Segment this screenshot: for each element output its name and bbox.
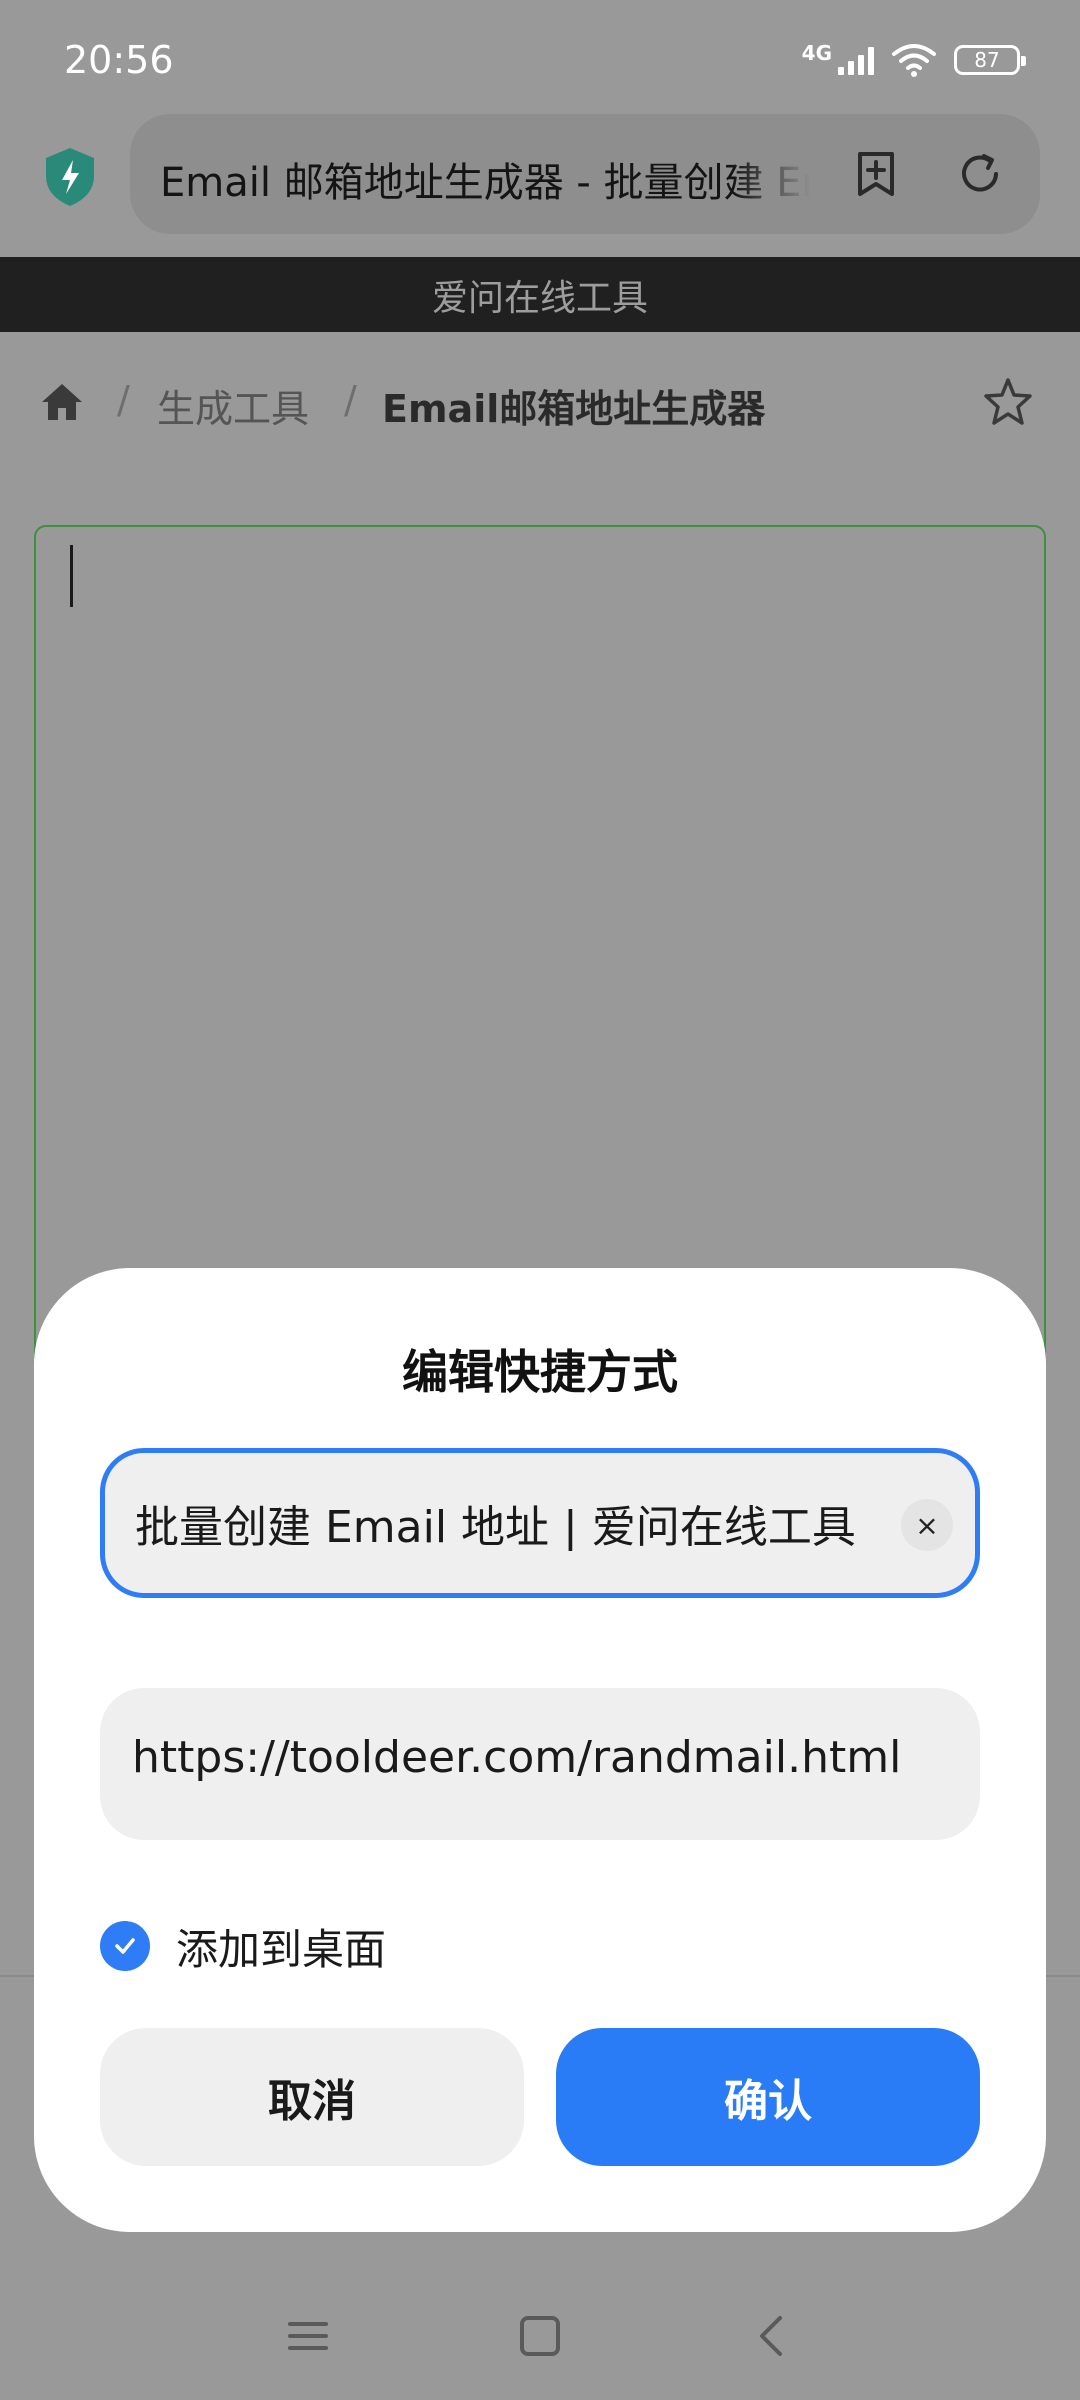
text-caret (70, 545, 73, 607)
add-to-desktop-checkbox[interactable] (100, 1921, 150, 1971)
breadcrumb-separator: / (117, 378, 130, 422)
shortcut-name-value[interactable]: 批量创建 Email 地址 | 爱问在线工具 (135, 1491, 875, 1551)
status-bar: 20:56 4G 87 (0, 0, 1080, 110)
reload-icon[interactable] (950, 144, 1010, 204)
dialog-title: 编辑快捷方式 (402, 1345, 678, 1399)
address-bar[interactable]: Email 邮箱地址生成器 - 批量创建 Email 地址 (130, 114, 1040, 234)
add-to-desktop-row[interactable]: 添加到桌面 (100, 1918, 386, 1974)
home-icon[interactable] (38, 378, 86, 426)
shortcut-url-field[interactable]: https://tooldeer.com/randmail.html (100, 1688, 980, 1840)
shortcut-url-value[interactable]: https://tooldeer.com/randmail.html (132, 1732, 901, 1783)
status-icons: 4G 87 (801, 40, 1026, 80)
site-banner[interactable]: 爱问在线工具 (0, 257, 1080, 332)
breadcrumb-separator: / (344, 378, 357, 422)
close-icon: × (915, 1508, 939, 1542)
browser-toolbar: Email 邮箱地址生成器 - 批量创建 Email 地址 (0, 110, 1080, 256)
breadcrumb-generator-tools[interactable]: 生成工具 (157, 378, 309, 433)
shortcut-name-input[interactable]: 批量创建 Email 地址 | 爱问在线工具 × (100, 1448, 980, 1598)
network-type-label: 4G (801, 41, 832, 65)
bookmark-add-icon[interactable] (846, 144, 906, 204)
star-icon[interactable] (982, 376, 1034, 428)
menu-icon[interactable] (278, 2306, 338, 2366)
shield-bolt-icon[interactable] (42, 146, 98, 208)
battery-icon: 87 (954, 45, 1026, 75)
clear-input-button[interactable]: × (901, 1499, 953, 1551)
wifi-icon (892, 44, 936, 77)
address-bar-title[interactable]: Email 邮箱地址生成器 - 批量创建 Email 地址 (160, 150, 810, 200)
battery-level: 87 (974, 48, 1000, 72)
edit-shortcut-dialog: 编辑快捷方式 批量创建 Email 地址 | 爱问在线工具 × https://… (34, 1268, 1046, 2232)
back-icon[interactable] (742, 2306, 802, 2366)
checkmark-icon (115, 1938, 135, 1954)
signal-icon (838, 45, 874, 75)
breadcrumb: / 生成工具 / Email邮箱地址生成器 (0, 360, 1080, 446)
add-to-desktop-label[interactable]: 添加到桌面 (176, 1916, 386, 1977)
status-time: 20:56 (64, 38, 174, 82)
system-nav-bar (0, 2280, 1080, 2390)
confirm-button[interactable]: 确认 (556, 2028, 980, 2166)
cancel-button[interactable]: 取消 (100, 2028, 524, 2166)
breadcrumb-current: Email邮箱地址生成器 (382, 387, 766, 431)
home-square-icon[interactable] (510, 2306, 570, 2366)
